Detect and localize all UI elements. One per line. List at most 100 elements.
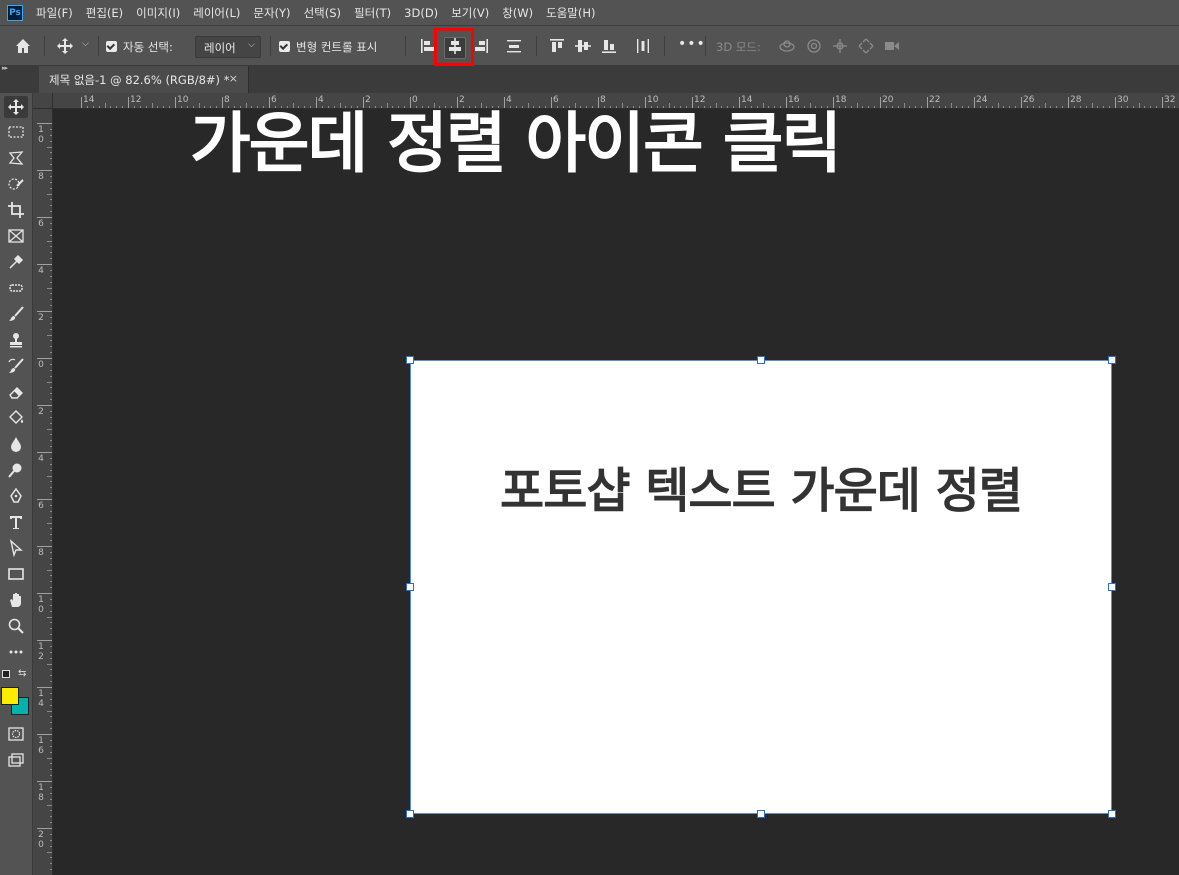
default-colors-icon[interactable] xyxy=(2,670,10,678)
ruler-label: 2 xyxy=(38,407,44,417)
zoom-tool-icon[interactable] xyxy=(4,615,28,637)
menu-type[interactable]: 문자(Y) xyxy=(253,5,290,21)
options-bar: ⌵ 자동 선택: 레이어 ⌵ 변형 컨트롤 표시 ••• 3D 모드: xyxy=(0,26,1179,66)
ruler-label: 8 xyxy=(38,548,44,558)
ruler-tick xyxy=(37,311,52,312)
quick-selection-tool-icon[interactable] xyxy=(4,173,28,195)
eraser-tool-icon[interactable] xyxy=(4,381,28,403)
auto-select-dropdown[interactable]: 레이어 ⌵ xyxy=(195,36,261,58)
eyedropper-tool-icon[interactable] xyxy=(4,251,28,273)
transform-handle-bottom[interactable] xyxy=(757,810,765,818)
marquee-tool-icon[interactable] xyxy=(4,121,28,143)
spot-healing-tool-icon[interactable] xyxy=(4,277,28,299)
distribute-vertical-icon[interactable] xyxy=(505,37,523,55)
frame-tool-icon[interactable] xyxy=(4,225,28,247)
ruler-label: 6 xyxy=(38,219,44,229)
ruler-tick xyxy=(1068,97,1069,108)
rectangle-tool-icon[interactable] xyxy=(4,563,28,585)
ruler-tick xyxy=(81,97,82,108)
document-canvas[interactable]: 포토샵 텍스트 가운데 정렬 xyxy=(410,360,1112,814)
document-tab-bar: 제목 없음-1 @ 82.6% (RGB/8#) * × xyxy=(0,66,1179,93)
ruler-label: 0 xyxy=(38,360,44,370)
vertical-ruler[interactable]: 10864202468101214161820 xyxy=(33,109,53,875)
ruler-tick xyxy=(1021,97,1022,108)
ruler-label: 26 xyxy=(1023,95,1035,105)
collapse-panel-icon[interactable]: ▸▸ xyxy=(2,64,8,72)
close-icon[interactable]: × xyxy=(229,72,238,85)
tool-preset-chevron-icon[interactable]: ⌵ xyxy=(82,39,89,49)
3d-roll-icon[interactable] xyxy=(805,37,823,55)
ruler-label: 14 xyxy=(38,689,44,709)
menu-file[interactable]: 파일(F) xyxy=(36,5,73,21)
ruler-label: 10 xyxy=(38,125,44,145)
swap-colors-icon[interactable]: ⇆ xyxy=(18,668,26,679)
menu-edit[interactable]: 편집(E) xyxy=(86,5,123,21)
history-brush-tool-icon[interactable] xyxy=(4,355,28,377)
home-icon[interactable] xyxy=(14,37,32,58)
ruler-label: 6 xyxy=(38,501,44,511)
transform-handle-bottom-right[interactable] xyxy=(1108,810,1116,818)
ruler-label: 32 xyxy=(1164,95,1176,105)
clone-stamp-tool-icon[interactable] xyxy=(4,329,28,351)
brush-tool-icon[interactable] xyxy=(4,303,28,325)
distribute-horizontal-icon[interactable] xyxy=(634,37,652,55)
menu-3d[interactable]: 3D(D) xyxy=(404,6,438,20)
ruler-tick xyxy=(37,123,52,124)
menu-bar: Ps 파일(F) 편집(E) 이미지(I) 레이어(L) 문자(Y) 선택(S)… xyxy=(0,0,1179,26)
dodge-tool-icon[interactable] xyxy=(4,459,28,481)
3d-slide-icon[interactable] xyxy=(857,37,875,55)
show-transform-checkbox[interactable] xyxy=(279,41,290,52)
ruler-label: 8 xyxy=(38,172,44,182)
quick-mask-icon[interactable] xyxy=(4,723,28,745)
edit-toolbar-icon[interactable] xyxy=(4,641,28,663)
ruler-tick xyxy=(37,170,52,171)
menu-window[interactable]: 창(W) xyxy=(502,5,533,21)
ruler-tick xyxy=(37,405,52,406)
3d-pan-icon[interactable] xyxy=(831,37,849,55)
menu-filter[interactable]: 필터(T) xyxy=(354,5,391,21)
move-tool-icon[interactable] xyxy=(4,96,28,118)
move-tool-icon[interactable] xyxy=(56,37,76,58)
path-selection-tool-icon[interactable] xyxy=(4,537,28,559)
blur-tool-icon[interactable] xyxy=(4,433,28,455)
transform-handle-top-left[interactable] xyxy=(406,356,414,364)
screen-mode-icon[interactable] xyxy=(4,749,28,771)
menu-layer[interactable]: 레이어(L) xyxy=(193,5,240,21)
ruler-tick xyxy=(128,97,129,108)
menu-select[interactable]: 선택(S) xyxy=(304,5,341,21)
ruler-tick xyxy=(927,97,928,108)
ruler-label: 4 xyxy=(38,266,44,276)
menu-image[interactable]: 이미지(I) xyxy=(136,5,180,21)
align-bottom-edges-icon[interactable] xyxy=(600,37,618,55)
3d-camera-icon[interactable] xyxy=(883,37,901,55)
photoshop-logo[interactable]: Ps xyxy=(7,4,23,21)
align-vertical-centers-icon[interactable] xyxy=(574,37,592,55)
hand-tool-icon[interactable] xyxy=(4,589,28,611)
auto-select-checkbox[interactable] xyxy=(106,41,117,52)
ruler-tick xyxy=(37,734,52,735)
transform-handle-top[interactable] xyxy=(757,356,765,364)
ruler-tick xyxy=(37,640,52,641)
crop-tool-icon[interactable] xyxy=(4,199,28,221)
align-top-edges-icon[interactable] xyxy=(548,37,566,55)
3d-orbit-icon[interactable] xyxy=(778,37,796,55)
foreground-color-swatch[interactable] xyxy=(1,687,19,705)
type-tool-icon[interactable] xyxy=(4,511,28,533)
transform-handle-right[interactable] xyxy=(1108,583,1116,591)
pen-tool-icon[interactable] xyxy=(4,485,28,507)
paint-bucket-tool-icon[interactable] xyxy=(4,407,28,429)
transform-handle-left[interactable] xyxy=(406,583,414,591)
auto-select-value: 레이어 xyxy=(204,41,236,55)
menu-help[interactable]: 도움말(H) xyxy=(546,5,595,21)
menu-view[interactable]: 보기(V) xyxy=(451,5,489,21)
transform-handle-top-right[interactable] xyxy=(1108,356,1116,364)
document-tab[interactable]: 제목 없음-1 @ 82.6% (RGB/8#) * × xyxy=(39,66,249,93)
more-options-icon[interactable]: ••• xyxy=(678,36,706,52)
ruler-label: 20 xyxy=(882,95,894,105)
transform-handle-bottom-left[interactable] xyxy=(406,810,414,818)
chevron-down-icon: ⌵ xyxy=(248,40,255,50)
align-right-edges-icon[interactable] xyxy=(472,37,490,55)
ruler-label: 16 xyxy=(38,736,44,756)
lasso-tool-icon[interactable] xyxy=(4,147,28,169)
canvas-text-layer[interactable]: 포토샵 텍스트 가운데 정렬 xyxy=(411,451,1111,521)
